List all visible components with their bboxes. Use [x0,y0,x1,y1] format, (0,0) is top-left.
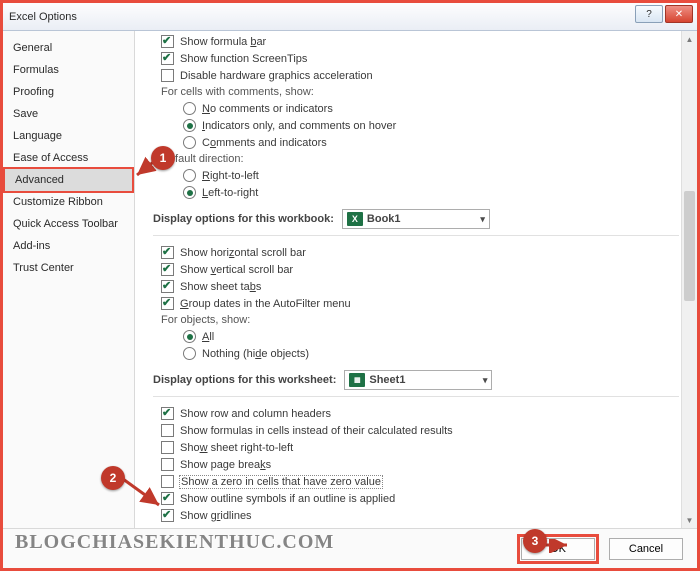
sidebar-item-language[interactable]: Language [3,125,134,147]
sidebar-item-proofing[interactable]: Proofing [3,81,134,103]
callout-1: 1 [151,146,175,170]
sidebar-item-general[interactable]: General [3,37,134,59]
cancel-button[interactable]: Cancel [609,538,683,560]
callout-3: 3 [523,529,547,553]
group-dates-label: Group dates in the AutoFilter menu [180,298,351,310]
window-title: Excel Options [9,11,77,23]
show-formula-bar-label: Show formula bar [180,36,266,48]
callout-2: 2 [101,466,125,490]
sidebar-item-addins[interactable]: Add-ins [3,235,134,257]
content-pane: Show formula bar Show function ScreenTip… [135,31,697,528]
show-formula-bar-checkbox[interactable] [161,35,174,48]
page-breaks-label: Show page breaks [180,459,271,471]
watermark: BLOGCHIASEKIENTHUC.COM [15,531,334,554]
sidebar-item-quick-access-toolbar[interactable]: Quick Access Toolbar [3,213,134,235]
sheet-rtl-label: Show sheet right-to-left [180,442,293,454]
disable-hw-label: Disable hardware graphics acceleration [180,70,373,82]
sidebar-item-advanced[interactable]: Advanced [3,167,134,193]
comments-none-radio[interactable] [183,102,196,115]
obj-all-radio[interactable] [183,330,196,343]
row-col-headers-label: Show row and column headers [180,408,331,420]
show-formulas-checkbox[interactable] [161,424,174,437]
group-dates-checkbox[interactable] [161,297,174,310]
disable-hw-checkbox[interactable] [161,69,174,82]
workbook-combo-value: Book1 [367,213,401,225]
titlebar: Excel Options ? ✕ [3,3,697,31]
comments-indicators-label: Indicators only, and comments on hover [202,120,396,132]
worksheet-group-title: Display options for this worksheet: ▦ She… [153,362,679,397]
obj-none-label: Nothing (hide objects) [202,348,309,360]
options-sidebar: General Formulas Proofing Save Language … [3,31,135,528]
worksheet-combo[interactable]: ▦ Sheet1 [344,370,492,390]
workbook-group-label: Display options for this workbook: [153,213,334,225]
obj-all-label: All [202,331,214,343]
ltr-radio[interactable] [183,186,196,199]
sheet-tabs-checkbox[interactable] [161,280,174,293]
obj-none-radio[interactable] [183,347,196,360]
comments-heading: For cells with comments, show: [153,84,679,100]
rtl-label: Right-to-left [202,170,259,182]
excel-icon: X [347,212,363,226]
workbook-combo[interactable]: X Book1 [342,209,490,229]
direction-heading: Default direction: [153,151,679,167]
gridlines-label: Show gridlines [180,510,252,522]
sidebar-item-formulas[interactable]: Formulas [3,59,134,81]
comments-indicators-radio[interactable] [183,119,196,132]
workbook-group-title: Display options for this workbook: X Book… [153,201,679,236]
objects-heading: For objects, show: [153,312,679,328]
close-button[interactable]: ✕ [665,5,693,23]
rtl-radio[interactable] [183,169,196,182]
sidebar-item-customize-ribbon[interactable]: Customize Ribbon [3,191,134,213]
help-button[interactable]: ? [635,5,663,23]
sheet-tabs-label: Show sheet tabs [180,281,261,293]
sidebar-item-ease-of-access[interactable]: Ease of Access [3,147,134,169]
sidebar-item-save[interactable]: Save [3,103,134,125]
content-scrollbar[interactable]: ▲▼ [681,31,697,528]
worksheet-group-label: Display options for this worksheet: [153,374,336,386]
show-screentips-checkbox[interactable] [161,52,174,65]
vscroll-label: Show vertical scroll bar [180,264,293,276]
sidebar-item-trust-center[interactable]: Trust Center [3,257,134,279]
sheet-rtl-checkbox[interactable] [161,441,174,454]
ltr-label: Left-to-right [202,187,258,199]
comments-both-label: Comments and indicators [202,137,327,149]
sheet-icon: ▦ [349,373,365,387]
arrow-2 [119,475,165,511]
comments-none-label: No comments or indicators [202,103,333,115]
show-formulas-label: Show formulas in cells instead of their … [180,425,453,437]
hscroll-label: Show horizontal scroll bar [180,247,306,259]
row-col-headers-checkbox[interactable] [161,407,174,420]
arrow-3 [543,539,571,553]
hscroll-checkbox[interactable] [161,246,174,259]
page-breaks-checkbox[interactable] [161,458,174,471]
vscroll-checkbox[interactable] [161,263,174,276]
comments-both-radio[interactable] [183,136,196,149]
outline-symbols-label: Show outline symbols if an outline is ap… [180,493,395,505]
show-zero-label: Show a zero in cells that have zero valu… [180,476,382,488]
worksheet-combo-value: Sheet1 [369,374,405,386]
show-screentips-label: Show function ScreenTips [180,53,307,65]
